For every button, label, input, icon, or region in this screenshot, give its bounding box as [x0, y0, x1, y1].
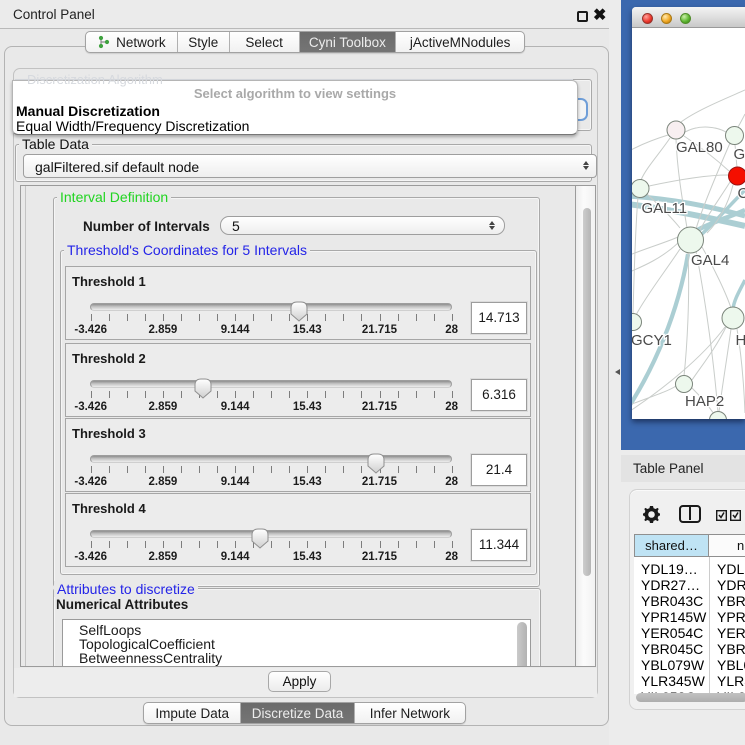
svg-text:GA: GA — [734, 146, 745, 163]
svg-text:GAL4: GAL4 — [691, 252, 729, 269]
svg-text:GAL80: GAL80 — [676, 139, 723, 156]
svg-text:GAL11: GAL11 — [642, 200, 688, 217]
svg-text:C: C — [738, 185, 745, 202]
svg-text:H: H — [736, 332, 745, 349]
svg-text:GCY1: GCY1 — [632, 332, 672, 349]
svg-text:HAP2: HAP2 — [685, 393, 724, 410]
